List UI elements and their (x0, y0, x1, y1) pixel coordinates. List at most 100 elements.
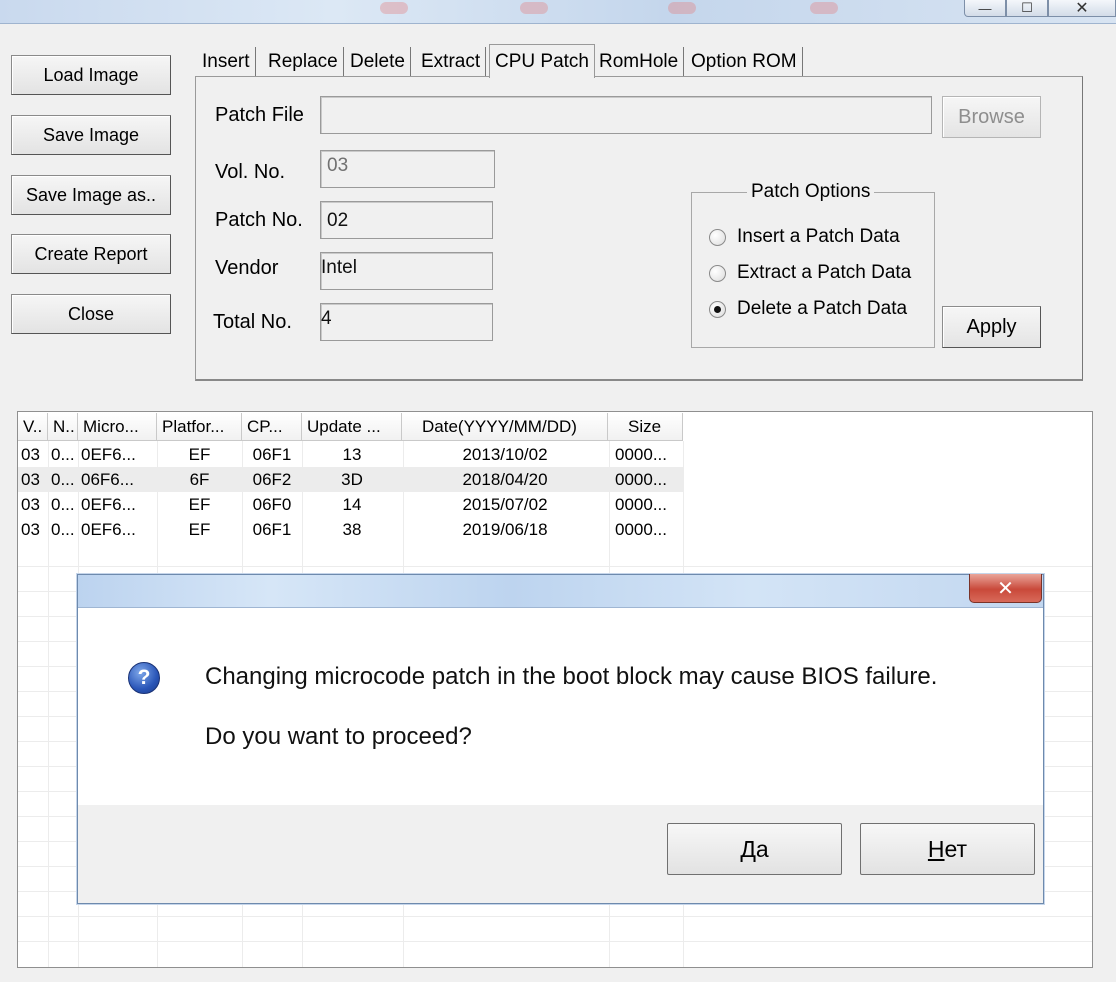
vendor-field[interactable]: Intel (320, 252, 493, 290)
radio-button-icon (709, 264, 726, 282)
close-icon: ✕ (997, 577, 1014, 600)
cell-date: 2013/10/02 (462, 445, 548, 464)
patch-options-title: Patch Options (747, 181, 875, 203)
patch-file-label: Patch File (215, 104, 304, 126)
background-title-icon (810, 2, 838, 14)
radio-label: Delete a Patch Data (737, 298, 908, 319)
column-header-no[interactable]: N.. (48, 413, 78, 441)
cell-no: 0... (51, 445, 75, 464)
tab-delete[interactable]: Delete (345, 47, 411, 77)
table-header: V.. N.. Micro... Platfor... CP... Update… (18, 413, 683, 441)
cell-update: 14 (342, 495, 362, 514)
cell-vol: 03 (21, 520, 40, 539)
background-title-icon (520, 2, 548, 14)
cell-platform: 6F (189, 470, 210, 489)
grid-line (18, 941, 1092, 942)
cell-platform: EF (188, 495, 211, 514)
background-title-icon (380, 2, 408, 14)
radio-insert-patch[interactable]: Insert a Patch Data (709, 226, 900, 248)
column-header-platform[interactable]: Platfor... (157, 413, 242, 441)
cell-vol: 03 (21, 445, 40, 464)
dialog-close-button[interactable]: ✕ (969, 574, 1042, 603)
apply-button[interactable]: Apply (942, 306, 1041, 348)
window-title-strip (0, 0, 1116, 24)
cell-update: 13 (342, 445, 362, 464)
no-accelerator: Н (927, 835, 945, 862)
tab-cpu-patch[interactable]: CPU Patch (489, 44, 595, 78)
cell-vol: 03 (21, 495, 40, 514)
load-image-button[interactable]: Load Image (11, 55, 171, 95)
cell-no: 0... (51, 470, 75, 489)
vendor-label: Vendor (215, 257, 279, 279)
cell-size: 0000... (615, 470, 667, 489)
patch-file-field[interactable] (320, 96, 932, 134)
cell-no: 0... (51, 495, 75, 514)
question-icon: ? (128, 662, 160, 694)
cell-microcode: 06F6... (81, 470, 134, 489)
maximize-icon: ☐ (1021, 0, 1033, 15)
minimize-button[interactable]: — (964, 0, 1006, 17)
radio-label: Insert a Patch Data (737, 226, 900, 247)
save-image-as-button[interactable]: Save Image as.. (11, 175, 171, 215)
tab-replace[interactable]: Replace (263, 47, 344, 77)
maximize-button[interactable]: ☐ (1006, 0, 1048, 17)
tab-option-rom[interactable]: Option ROM (686, 47, 803, 77)
minimize-icon: — (978, 0, 992, 16)
dialog-body (78, 609, 1043, 805)
cell-no: 0... (51, 520, 75, 539)
radio-extract-patch[interactable]: Extract a Patch Data (709, 262, 911, 284)
cell-update: 38 (342, 520, 362, 539)
no-button[interactable]: Нет (860, 823, 1035, 875)
table-row[interactable]: 03 0... 0EF6... EF 06F1 13 2013/10/02 00… (18, 442, 683, 467)
column-header-size[interactable]: Size (608, 413, 683, 441)
table-row[interactable]: 03 0... 0EF6... EF 06F0 14 2015/07/02 00… (18, 492, 683, 517)
radio-delete-patch[interactable]: Delete a Patch Data (709, 298, 907, 320)
total-no-field[interactable]: 4 (320, 303, 493, 341)
yes-label-rest: а (755, 835, 769, 862)
cell-microcode: 0EF6... (81, 445, 136, 464)
radio-selected-icon (709, 300, 726, 318)
table-row[interactable]: 03 0... 0EF6... EF 06F1 38 2019/06/18 00… (18, 517, 683, 542)
tab-insert[interactable]: Insert (197, 47, 256, 77)
dialog-title-bar[interactable] (78, 575, 1043, 608)
cell-cpu: 06F0 (252, 495, 292, 514)
cell-microcode: 0EF6... (81, 520, 136, 539)
patch-no-field[interactable]: 02 (320, 201, 493, 239)
column-header-vol[interactable]: V.. (18, 413, 48, 441)
dialog-question: Do you want to proceed? (205, 723, 472, 750)
cell-platform: EF (188, 445, 211, 464)
total-no-label: Total No. (213, 311, 292, 333)
cell-date: 2015/07/02 (462, 495, 548, 514)
cell-platform: EF (188, 520, 211, 539)
cell-cpu: 06F1 (252, 520, 292, 539)
cell-vol: 03 (21, 470, 40, 489)
tab-extract[interactable]: Extract (416, 47, 487, 77)
close-button[interactable]: Close (11, 294, 171, 334)
grid-line (18, 916, 1092, 917)
patch-no-label: Patch No. (215, 209, 303, 231)
radio-button-icon (709, 228, 726, 246)
background-title-icon (668, 2, 696, 14)
cell-size: 0000... (615, 445, 667, 464)
no-label-rest: ет (944, 835, 968, 862)
tab-romhole[interactable]: RomHole (594, 47, 685, 77)
cell-cpu: 06F2 (252, 470, 292, 489)
column-header-update[interactable]: Update ... (302, 413, 402, 441)
vol-no-field[interactable]: 03 (320, 150, 495, 188)
cell-date: 2018/04/20 (462, 470, 548, 489)
grid-line (18, 566, 1092, 567)
create-report-button[interactable]: Create Report (11, 234, 171, 274)
cell-date: 2019/06/18 (462, 520, 548, 539)
cell-cpu: 06F1 (252, 445, 292, 464)
column-header-microcode[interactable]: Micro... (78, 413, 157, 441)
cell-update: 3D (341, 470, 363, 489)
save-image-button[interactable]: Save Image (11, 115, 171, 155)
browse-button[interactable]: Browse (942, 96, 1041, 138)
yes-accelerator: Д (740, 835, 756, 862)
yes-button[interactable]: Да (667, 823, 842, 875)
window-close-button[interactable]: ✕ (1048, 0, 1116, 17)
radio-label: Extract a Patch Data (737, 262, 912, 283)
table-row[interactable]: 03 0... 06F6... 6F 06F2 3D 2018/04/20 00… (18, 467, 684, 492)
column-header-date[interactable]: Date(YYYY/MM/DD) (402, 413, 608, 441)
column-header-cpu[interactable]: CP... (242, 413, 302, 441)
